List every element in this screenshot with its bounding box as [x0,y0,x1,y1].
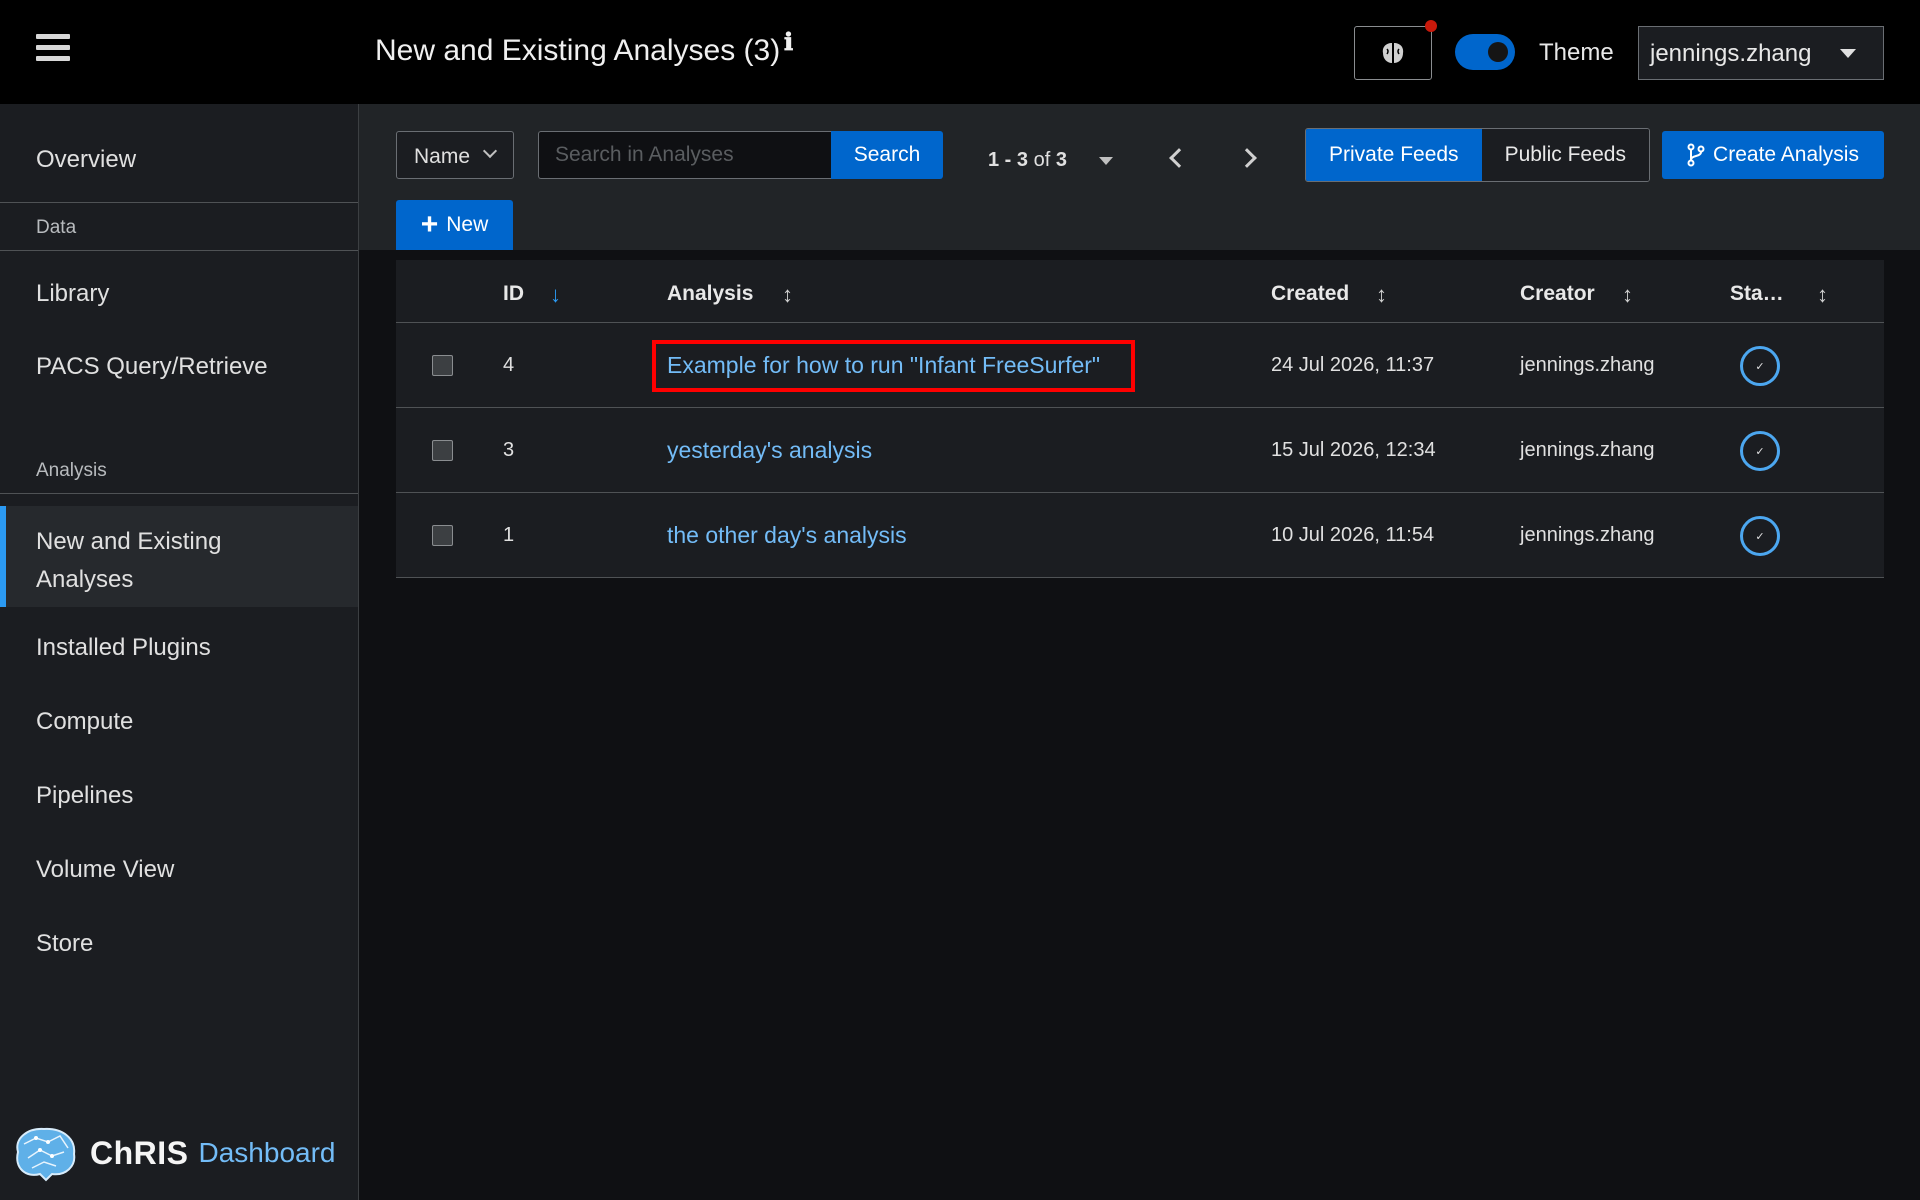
sidebar-item-plugins[interactable]: Installed Plugins [0,634,358,662]
sort-down-icon[interactable]: ↓ [550,282,561,308]
sidebar-item-analyses[interactable]: New and Existing Analyses [0,506,358,607]
sidebar: Overview Data Library PACS Query/Retriev… [0,104,359,1200]
sidebar-item-store[interactable]: Store [0,930,358,958]
analysis-link[interactable]: yesterday's analysis [667,437,872,464]
search-input[interactable] [538,131,831,179]
info-icon[interactable]: ℹ [784,28,793,57]
chevron-down-icon [482,143,498,159]
filter-select[interactable]: Name [396,131,514,179]
sort-icon[interactable]: ↕ [1817,282,1828,308]
row-id: 4 [503,354,515,376]
sidebar-divider [0,250,358,251]
table-header: ID ↓ Analysis ↕ Created ↕ Creator ↕ Sta…… [396,260,1884,323]
top-header: New and Existing Analyses (3) ℹ Theme je… [0,0,1920,104]
status-check-icon: ✓ [1740,516,1780,556]
page-title: New and Existing Analyses (3) [375,34,781,67]
analysis-link[interactable]: Example for how to run "Infant FreeSurfe… [667,352,1100,379]
new-button-label: New [446,213,489,236]
public-feeds-button[interactable]: Public Feeds [1481,129,1649,181]
column-header-status[interactable]: Sta… [1730,282,1784,306]
theme-label: Theme [1539,39,1614,66]
column-header-creator[interactable]: Creator [1520,282,1595,306]
status-check-icon: ✓ [1740,431,1780,471]
row-creator: jennings.zhang [1520,354,1655,376]
row-creator: jennings.zhang [1520,439,1655,461]
sidebar-divider [0,493,358,494]
status-check-icon: ✓ [1740,346,1780,386]
row-checkbox[interactable] [432,525,453,546]
brain-icon [1382,43,1404,63]
sidebar-section-analysis: Analysis [36,460,107,481]
column-header-created[interactable]: Created [1271,282,1349,306]
chris-logo[interactable]: ChRIS Dashboard [10,1124,335,1182]
create-analysis-label: Create Analysis [1713,143,1859,166]
analyses-table: ID ↓ Analysis ↕ Created ↕ Creator ↕ Sta…… [396,260,1884,578]
plus-icon: + [420,208,439,241]
column-header-analysis[interactable]: Analysis [667,282,753,306]
user-dropdown[interactable]: jennings.zhang [1638,26,1884,80]
logo-subtext: Dashboard [198,1137,336,1168]
sidebar-item-pipelines[interactable]: Pipelines [0,782,358,810]
table-row[interactable]: 1 the other day's analysis 10 Jul 2026, … [396,493,1884,578]
private-feeds-button[interactable]: Private Feeds [1306,129,1482,181]
username: jennings.zhang [1650,40,1812,67]
row-created: 15 Jul 2026, 12:34 [1271,439,1436,461]
row-checkbox[interactable] [432,440,453,461]
sort-icon[interactable]: ↕ [1622,282,1633,308]
brain-logo-icon [16,1127,76,1182]
code-branch-icon [1687,143,1705,167]
create-analysis-button[interactable]: Create Analysis [1662,131,1884,179]
sort-icon[interactable]: ↕ [1376,282,1387,308]
pagination-toggle[interactable]: 1 - 3 of 3 [988,149,1067,172]
row-created: 24 Jul 2026, 11:37 [1271,354,1435,376]
brain-button[interactable] [1354,26,1432,80]
pagination-range: 1 - 3 [988,149,1029,171]
analysis-link[interactable]: the other day's analysis [667,522,907,549]
sidebar-item-compute[interactable]: Compute [0,708,358,736]
row-id: 3 [503,439,515,461]
table-row[interactable]: 4 Example for how to run "Infant FreeSur… [396,323,1884,408]
hamburger-menu-icon[interactable] [36,34,70,66]
table-row[interactable]: 3 yesterday's analysis 15 Jul 2026, 12:3… [396,408,1884,493]
caret-down-icon[interactable] [1099,157,1113,165]
row-creator: jennings.zhang [1520,524,1655,546]
filter-select-label: Name [414,145,471,168]
column-header-id[interactable]: ID [503,282,524,306]
sidebar-item-library[interactable]: Library [0,280,358,308]
caret-down-icon [1840,49,1856,58]
search-button[interactable]: Search [831,131,943,179]
sort-icon[interactable]: ↕ [782,282,793,308]
notification-dot [1425,20,1437,32]
row-checkbox[interactable] [432,355,453,376]
sidebar-section-data: Data [36,217,77,238]
pagination-of: of [1033,149,1051,171]
sidebar-divider [0,202,358,203]
sidebar-item-overview[interactable]: Overview [0,146,358,174]
theme-toggle[interactable] [1455,34,1515,70]
feed-toggle-group: Private Feeds Public Feeds [1305,128,1650,182]
row-id: 1 [503,524,515,546]
row-created: 10 Jul 2026, 11:54 [1271,524,1435,546]
new-button[interactable]: + New [396,200,513,250]
logo-text: ChRIS [90,1134,189,1171]
pagination-total: 3 [1055,149,1067,171]
sidebar-item-volume-view[interactable]: Volume View [0,856,358,884]
sidebar-item-pacs[interactable]: PACS Query/Retrieve [0,353,358,381]
